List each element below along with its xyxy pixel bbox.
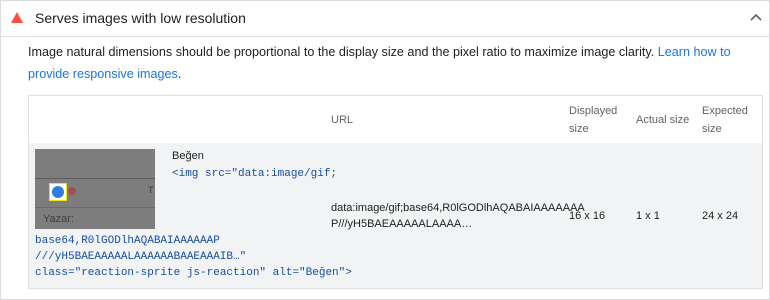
heart-icon bbox=[68, 187, 76, 195]
node-label: Beğen bbox=[172, 150, 204, 162]
node-snippet-line[interactable]: base64,R0lGODlhAQABAIAAAAAAP bbox=[35, 233, 220, 249]
details-table: URL Displayed size Actual size Expected … bbox=[28, 95, 763, 289]
header-expected-size-line1: Expected bbox=[702, 105, 748, 117]
expected-size-cell: 24 x 24 bbox=[702, 210, 739, 222]
audit-description: Image natural dimensions should be propo… bbox=[28, 41, 748, 85]
header-displayed-size-line2: size bbox=[569, 123, 589, 135]
like-icon bbox=[52, 186, 64, 198]
image-thumbnail: T Yazar: bbox=[35, 149, 155, 229]
chevron-up-icon[interactable] bbox=[749, 11, 763, 25]
url-cell-line: data:image/gif;base64,R0lGODlhAQABAIAAAA… bbox=[331, 202, 585, 214]
audit-panel: Serves images with low resolution Image … bbox=[0, 0, 770, 300]
description-end: . bbox=[177, 67, 182, 81]
thumbnail-author-label: Yazar: bbox=[43, 213, 74, 225]
node-snippet-line[interactable]: <img src="data:image/gif; bbox=[172, 166, 337, 182]
node-snippet-line[interactable]: ///yH5BAEAAAAALAAAAAABAAEAAAIB…" bbox=[35, 249, 246, 265]
warning-triangle-icon bbox=[11, 12, 23, 23]
thumbnail-edge-text: T bbox=[148, 185, 154, 195]
url-cell-line: P///yH5BAEAAAAALAAAA… bbox=[331, 218, 473, 230]
reaction-highlight-icon bbox=[49, 183, 67, 201]
table-row: T Yazar: Beğen <img src="data:image/gif;… bbox=[29, 143, 762, 288]
description-text: Image natural dimensions should be propo… bbox=[28, 45, 658, 59]
audit-title: Serves images with low resolution bbox=[35, 10, 246, 26]
thumbnail-divider bbox=[35, 178, 155, 179]
audit-header[interactable]: Serves images with low resolution bbox=[1, 1, 769, 37]
header-displayed-size-line1: Displayed bbox=[569, 105, 618, 117]
node-snippet-line[interactable]: class="reaction-sprite js-reaction" alt=… bbox=[35, 265, 352, 281]
displayed-size-cell: 16 x 16 bbox=[569, 210, 606, 222]
header-url: URL bbox=[331, 114, 354, 126]
header-expected-size-line2: size bbox=[702, 123, 722, 135]
header-actual-size: Actual size bbox=[636, 114, 690, 126]
thumbnail-divider bbox=[35, 207, 155, 208]
actual-size-cell: 1 x 1 bbox=[636, 210, 660, 222]
